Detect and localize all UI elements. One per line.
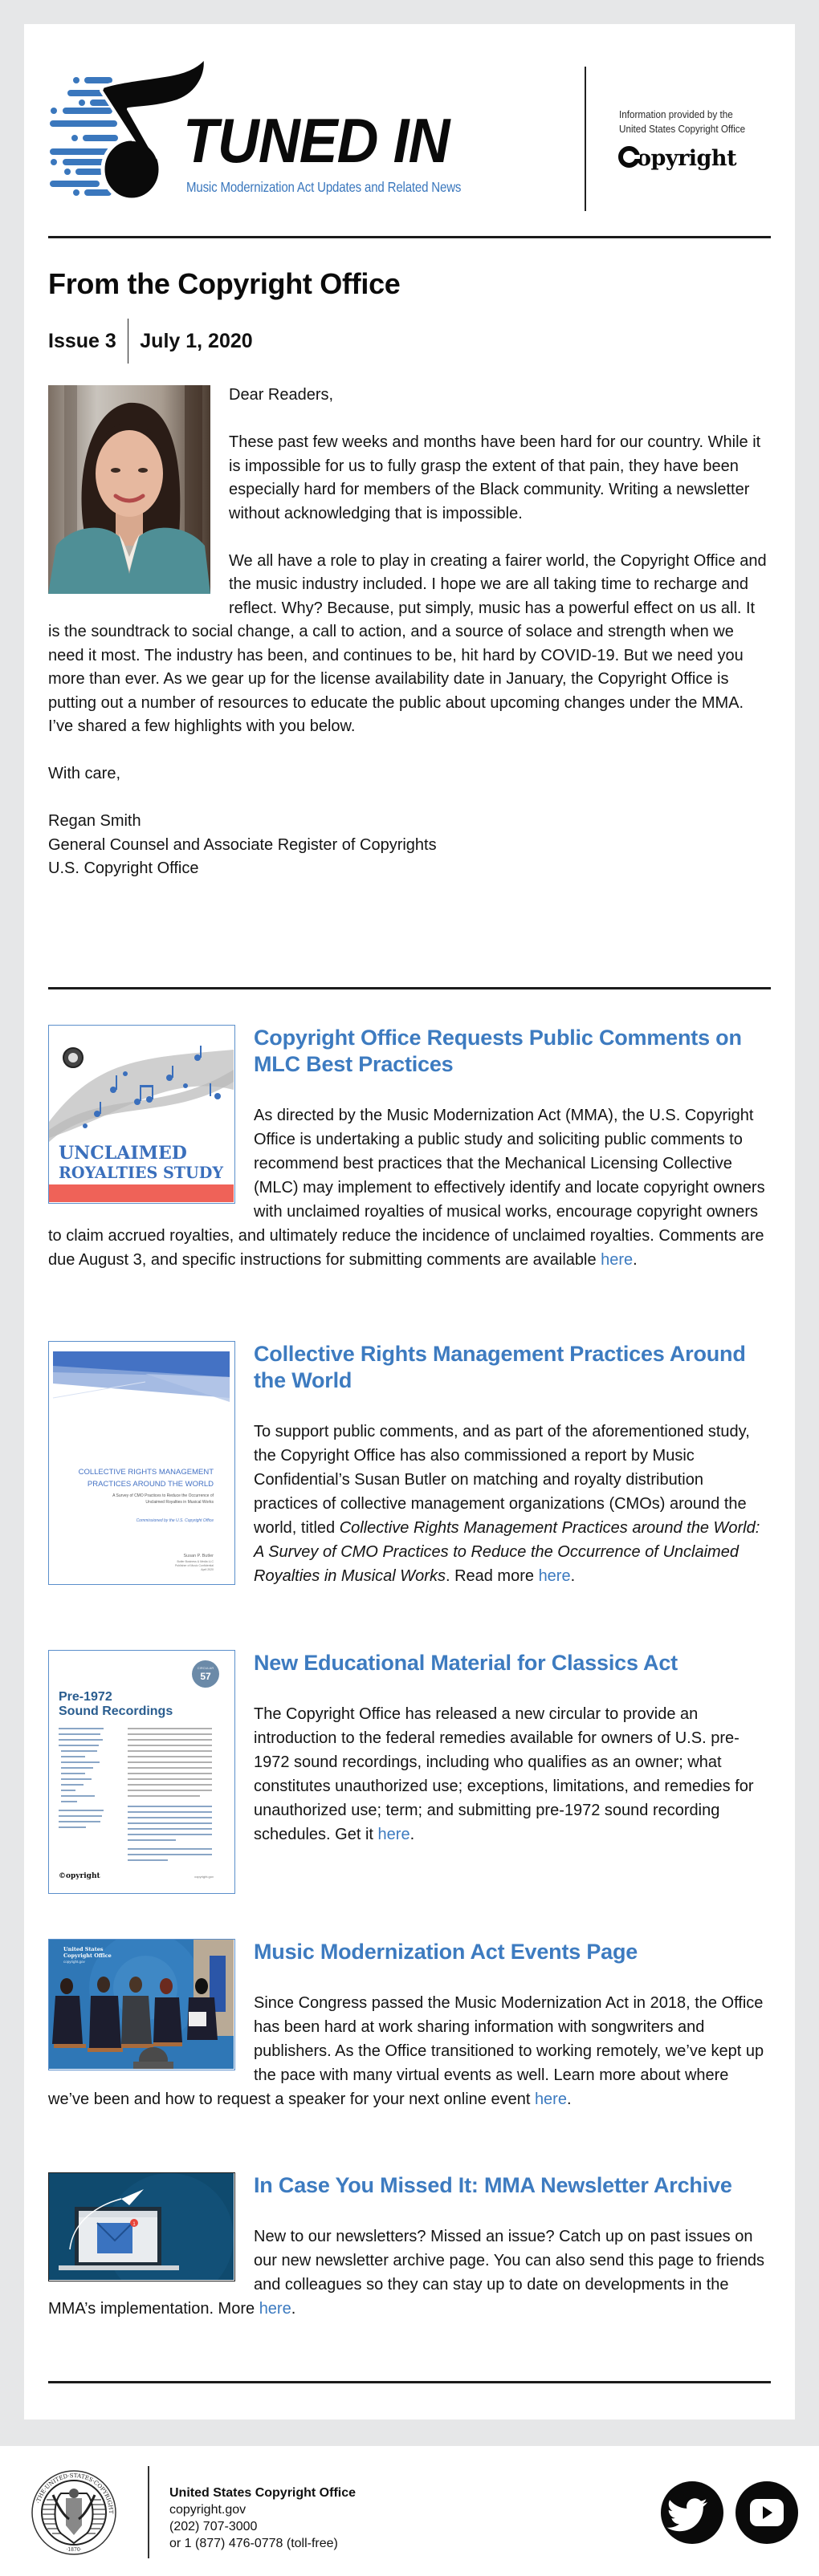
cover-heading: COLLECTIVE RIGHTS MANAGEMENT (79, 1468, 214, 1477)
twitter-button[interactable] (661, 2481, 723, 2544)
punctuation: . (566, 2090, 572, 2108)
image-heading: UNCLAIMED (59, 1143, 187, 1164)
cover-commissioned: Commissioned by the U.S. Copyright Offic… (136, 1518, 214, 1523)
header-info-text: Information provided by the United State… (619, 108, 745, 136)
cover-subtitle: Unclaimed Royalties in Musical Works (145, 1500, 214, 1505)
punctuation: . (570, 1567, 576, 1585)
footer-divider (148, 2466, 149, 2558)
cover-author-detail: April 2020 (201, 1568, 214, 1571)
banner-text: copyright.gov (63, 1960, 86, 1964)
article-newsletter-archive: 1 In Case You Missed It: MMA Newsletter … (48, 2172, 771, 2321)
cover-heading: PRACTICES AROUND THE WORLD (88, 1480, 214, 1489)
collective-rights-report-cover-image[interactable]: COLLECTIVE RIGHTS MANAGEMENT PRACTICES A… (48, 1341, 235, 1585)
circular-cover-icon: CIRCULAR 57 Pre-1972 Sound Recordings ©o… (49, 1651, 234, 1892)
article-collective-rights: COLLECTIVE RIGHTS MANAGEMENT PRACTICES A… (48, 1341, 771, 1593)
newsletter-logo-subtitle: Music Modernization Act Updates and Rela… (186, 179, 462, 195)
punctuation: . (410, 1826, 415, 1843)
circular-57-cover-image[interactable]: CIRCULAR 57 Pre-1972 Sound Recordings ©o… (48, 1650, 235, 1894)
circular-badge-label: CIRCULAR (198, 1666, 214, 1670)
cover-subtitle: A Survey of CMO Practices to Reduce the … (112, 1493, 214, 1498)
copyright-c-icon (618, 146, 640, 168)
report-cover-icon: COLLECTIVE RIGHTS MANAGEMENT PRACTICES A… (49, 1342, 234, 1583)
section-divider (48, 987, 771, 989)
panel-discussion-photo-icon: United States Copyright Office copyright… (49, 1940, 234, 2070)
circular-title: Sound Recordings (59, 1704, 173, 1718)
section-divider (48, 2381, 771, 2383)
copyright-logo-text: opyright (637, 146, 737, 171)
issue-date: July 1, 2020 (140, 329, 253, 352)
signer-name: Regan Smith (48, 812, 141, 830)
circular-footer-logo: ©opyright (59, 1872, 101, 1880)
letter-from-editor: Dear Readers, These past few weeks and m… (48, 384, 771, 881)
page-title: From the Copyright Office (48, 267, 401, 300)
footer-website-link[interactable]: copyright.gov (169, 2501, 356, 2518)
footer-org-name: United States Copyright Office (169, 2486, 357, 2500)
article-mma-events: United States Copyright Office copyright… (48, 1939, 771, 2111)
footer-contact: United States Copyright Office copyright… (169, 2485, 356, 2552)
banner-text: Copyright Office (63, 1952, 112, 1959)
twitter-icon (666, 2498, 707, 2532)
article-link[interactable]: here (535, 2090, 567, 2108)
cover-author: Susan P. Butler (183, 1554, 214, 1558)
cover-author-detail: Publisher of Music Confidential (175, 1564, 214, 1567)
music-notes-ribbon-icon: UNCLAIMED ROYALTIES STUDY (49, 1026, 234, 1202)
youtube-button[interactable] (735, 2481, 798, 2544)
unclaimed-royalties-study-image[interactable]: UNCLAIMED ROYALTIES STUDY (48, 1025, 235, 1204)
issue-number: Issue 3 (48, 329, 116, 352)
letter-closing: With care, (48, 765, 121, 782)
punctuation: . (291, 2300, 296, 2318)
cover-author-detail: Butler Business & Media LLC (177, 1560, 214, 1563)
article-body-text: . Read more (445, 1567, 539, 1585)
laptop-email-icon: 1 (49, 2173, 234, 2281)
footer-toll-free: or 1 (877) 476-0778 (toll-free) (169, 2537, 338, 2550)
signer-org: U.S. Copyright Office (48, 859, 199, 877)
article-link[interactable]: here (378, 1826, 410, 1843)
signer-title: General Counsel and Associate Register o… (48, 835, 437, 854)
circular-title: Pre-1972 (59, 1690, 112, 1704)
image-heading: ROYALTIES STUDY (59, 1163, 224, 1182)
footer-phone: (202) 707-3000 (169, 2520, 258, 2533)
section-divider (48, 236, 771, 238)
article-mlc-best-practices: UNCLAIMED ROYALTIES STUDY Copyright Offi… (48, 1025, 771, 1272)
circular-badge-number: 57 (200, 1671, 211, 1682)
header-divider (585, 67, 586, 211)
youtube-icon (750, 2499, 784, 2526)
article-body-text: The Copyright Office has released a new … (254, 1705, 754, 1843)
article-link[interactable]: here (259, 2300, 291, 2318)
article-link[interactable]: here (601, 1251, 633, 1269)
newsletter-logo-title: TUNED IN (183, 105, 450, 176)
article-link[interactable]: here (539, 1567, 571, 1585)
panel-event-photo[interactable]: United States Copyright Office copyright… (48, 1939, 235, 2070)
copyright-office-seal-icon: ·THE·UNITED·STATES·COPYRIGHT· ·1870· (29, 2469, 116, 2555)
author-portrait-image (48, 385, 210, 594)
issue-date-row: Issue 3 July 1, 2020 (48, 319, 253, 364)
svg-text:·1870·: ·1870· (66, 2547, 81, 2553)
newsletter-archive-image[interactable]: 1 (48, 2172, 235, 2281)
copyright-office-logo[interactable]: opyright (618, 146, 737, 171)
banner-text: United States (63, 1946, 104, 1952)
header-info-line1: Information provided by the (619, 108, 733, 120)
punctuation: . (633, 1251, 638, 1269)
article-classics-act: CIRCULAR 57 Pre-1972 Sound Recordings ©o… (48, 1650, 771, 1902)
header-info-line2: United States Copyright Office (619, 122, 746, 135)
issue-date-separator (127, 319, 129, 364)
circular-footer-url: copyright.gov (194, 1875, 214, 1879)
